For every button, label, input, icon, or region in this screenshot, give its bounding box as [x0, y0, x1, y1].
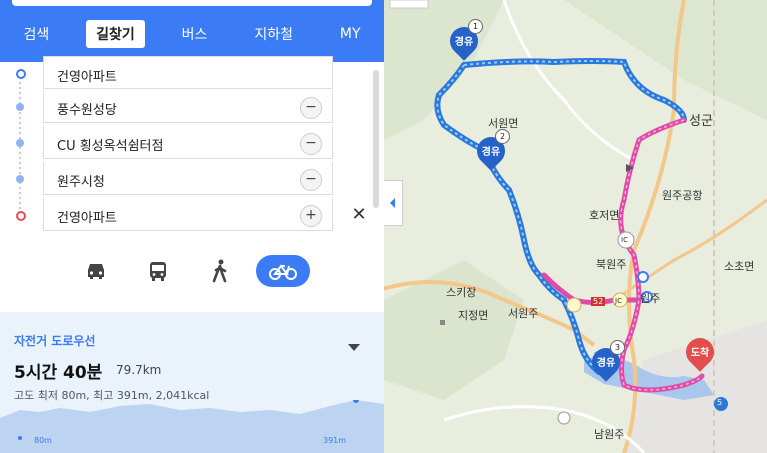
map-label-ski: 스키장: [446, 286, 477, 299]
waypoint-label: 건영아파트: [57, 211, 117, 226]
end-dot-icon: [16, 211, 26, 221]
destination-pin[interactable]: 도착: [680, 332, 720, 372]
map-label-wonju: 원주: [640, 292, 661, 305]
route-52-badge: 52: [591, 297, 606, 306]
pin-number: 3: [610, 340, 625, 355]
waypoint-field[interactable]: 원주시청: [43, 162, 333, 195]
tab-bus[interactable]: 버스: [172, 20, 218, 48]
waypoint-via-1: 풍수원성당 −: [0, 90, 384, 126]
tab-search[interactable]: 검색: [13, 20, 59, 48]
chevron-down-icon[interactable]: [348, 344, 360, 351]
pin-text: 경유: [481, 147, 501, 158]
map-label-socho: 소초면: [724, 260, 755, 273]
pin-number: 2: [495, 129, 510, 144]
map-label-seonggun: 성군: [689, 114, 713, 129]
pin-text: 경유: [596, 358, 616, 369]
ic-label: IC: [621, 236, 628, 244]
close-icon[interactable]: ✕: [350, 206, 368, 224]
waypoint-pin-3[interactable]: 경유 3: [586, 340, 626, 382]
map-label-bukwonju: 북원주: [596, 258, 627, 271]
nav-tabs: 검색 길찾기 버스 지하철 MY: [0, 18, 384, 50]
map-canvas: [384, 0, 767, 453]
waypoint-label: 건영아파트: [57, 70, 117, 85]
waypoint-field[interactable]: 건영아파트: [43, 198, 333, 231]
waypoint-label: 원주시청: [57, 175, 105, 190]
waypoint-field[interactable]: 풍수원성당: [43, 90, 333, 123]
waypoint-pin-1[interactable]: 경유 1: [444, 19, 484, 61]
add-waypoint-button[interactable]: +: [300, 205, 322, 227]
remove-waypoint-button[interactable]: −: [300, 169, 322, 191]
elevation-min-label: 80m: [34, 436, 52, 445]
waypoint-start: 건영아파트: [0, 56, 384, 92]
tab-my[interactable]: MY: [330, 22, 371, 46]
pin-number: 1: [468, 19, 483, 34]
waypoint-scrollbar[interactable]: [373, 70, 379, 208]
map-label-namwonju: 남원주: [594, 428, 625, 441]
elevation-chart: [0, 400, 384, 453]
waypoint-via-3: 원주시청 −: [0, 162, 384, 198]
search-bar[interactable]: [12, 0, 372, 6]
route-summary: 자전거 도로우선 5시간 40분 79.7km 고도 최저 80m, 최고 39…: [0, 312, 384, 453]
jc-label: JC: [615, 297, 622, 305]
remove-waypoint-button[interactable]: −: [300, 133, 322, 155]
via-dot-icon: [16, 103, 24, 111]
waypoint-label: 풍수원성당: [57, 103, 117, 118]
waypoint-end: 건영아파트 +: [0, 198, 384, 234]
remove-waypoint-button[interactable]: −: [300, 97, 322, 119]
top-nav: 검색 길찾기 버스 지하철 MY: [0, 0, 384, 62]
waypoint-via-2: CU 횡성옥석쉼터점 −: [0, 126, 384, 162]
bus-icon[interactable]: [142, 255, 174, 287]
route-distance: 79.7km: [116, 363, 162, 377]
map-label-hojeo: 호저면: [589, 209, 620, 222]
route-panel: 검색 길찾기 버스 지하철 MY 건영아파트 풍수원성당 − CU 횡성옥석쉼터…: [0, 0, 384, 453]
waypoint-field[interactable]: CU 횡성옥석쉼터점: [43, 126, 333, 159]
via-dot-icon: [16, 139, 24, 147]
walk-icon[interactable]: [204, 255, 236, 287]
route-time: 5시간 40분: [14, 363, 103, 383]
transport-modes: [0, 250, 384, 290]
map-label-jijeong: 지정면: [458, 309, 489, 322]
waypoint-pin-2[interactable]: 경유 2: [471, 129, 511, 171]
bike-icon[interactable]: [256, 255, 310, 287]
start-dot-icon: [16, 69, 26, 79]
via-dot-icon: [16, 175, 24, 183]
waypoint-field[interactable]: 건영아파트: [43, 56, 333, 89]
pin-text: 도착: [690, 348, 710, 359]
pin-text: 경유: [454, 37, 474, 48]
elevation-max-label: 391m: [323, 436, 347, 445]
chevron-left-icon: [390, 198, 395, 208]
route-5-badge: 5: [717, 398, 723, 407]
tab-directions[interactable]: 길찾기: [86, 20, 145, 48]
map-view[interactable]: 서원면 성군 원주공항 호저면 북원주 스키장 지정면 서원주 원주 소초면 남…: [384, 0, 767, 453]
collapse-panel-handle[interactable]: [384, 180, 403, 226]
route-type-label: 자전거 도로우선: [14, 334, 96, 348]
tab-subway[interactable]: 지하철: [244, 20, 303, 48]
map-label-airport: 원주공항: [662, 189, 703, 202]
map-label-seowonju: 서원주: [508, 307, 539, 320]
waypoint-label: CU 횡성옥석쉼터점: [57, 139, 164, 154]
car-icon[interactable]: [80, 255, 112, 287]
